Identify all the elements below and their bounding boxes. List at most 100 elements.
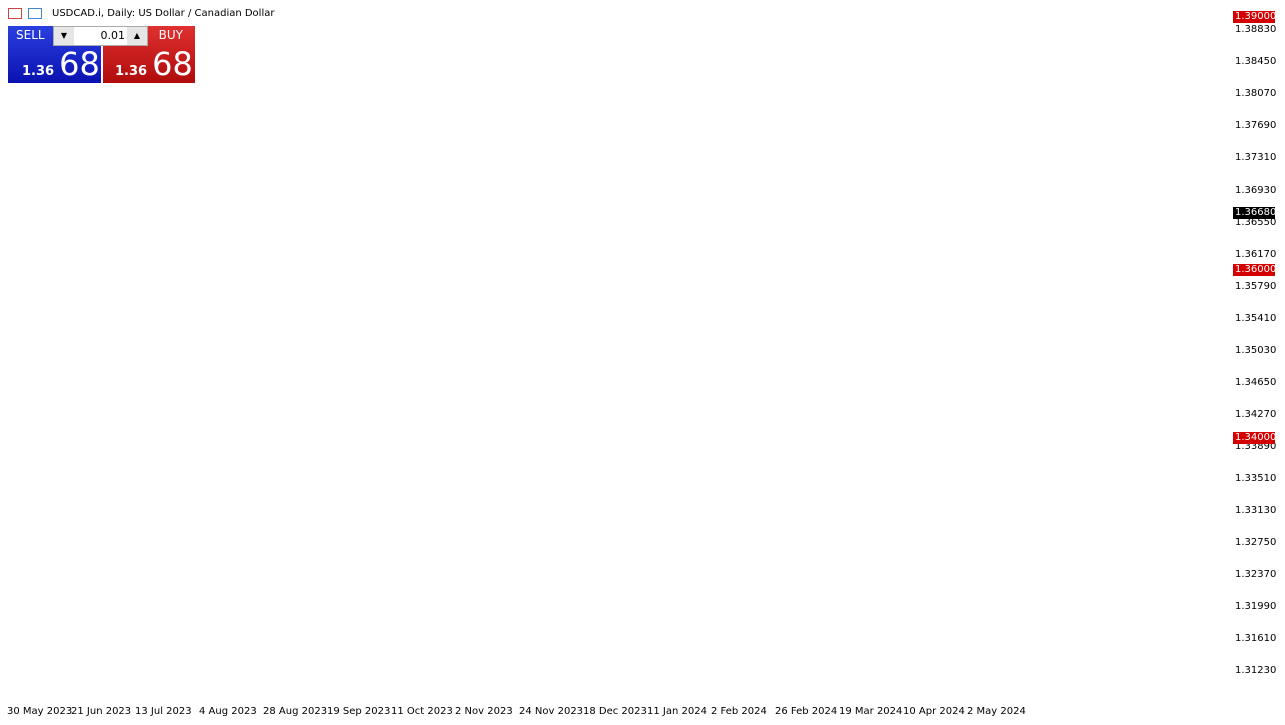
candle — [243, 259, 246, 304]
candle — [723, 326, 726, 361]
candle — [47, 441, 50, 490]
candle — [147, 601, 150, 628]
candle — [727, 333, 730, 358]
candle-body-bull — [427, 105, 430, 132]
candle — [483, 62, 486, 110]
candle-body-bear — [135, 614, 138, 662]
candle-body-bear — [391, 223, 394, 257]
candle-body-bull — [815, 357, 818, 371]
candle-body-bear — [575, 244, 578, 328]
level-price-label: 1.34000 — [1233, 432, 1275, 444]
list-icon[interactable] — [8, 8, 22, 19]
candle-body-bull — [347, 356, 350, 361]
candle — [191, 463, 194, 519]
candle-body-bull — [535, 252, 538, 260]
candle — [479, 66, 482, 90]
candle — [95, 537, 98, 577]
candle — [687, 360, 690, 400]
candle — [963, 110, 966, 161]
candle — [563, 220, 566, 232]
candle-body-bear — [839, 273, 842, 278]
candle-body-bear — [147, 608, 150, 618]
candle-body-bull — [463, 132, 466, 169]
candle-body-bear — [387, 199, 390, 223]
candle — [315, 287, 318, 321]
chart-object-icon[interactable] — [28, 8, 42, 19]
candle — [203, 424, 206, 467]
candle-body-bull — [743, 331, 746, 355]
candle-body-bull — [283, 244, 286, 271]
candle — [531, 249, 534, 269]
candle-body-bear — [971, 177, 974, 195]
price-chart[interactable] — [0, 0, 1285, 725]
candle — [927, 86, 930, 111]
candle-body-bull — [171, 588, 174, 617]
candle-body-bull — [75, 613, 78, 616]
volume-input[interactable]: 0.01 — [76, 29, 125, 42]
candle-body-bull — [975, 173, 978, 199]
candle — [871, 285, 874, 345]
candle-body-bear — [499, 157, 502, 158]
candle-body-bear — [943, 181, 946, 182]
candle — [443, 6, 446, 52]
candle — [803, 331, 806, 387]
candle — [195, 452, 198, 485]
candle-body-bear — [379, 198, 382, 207]
candle — [607, 572, 610, 596]
candle-body-bear — [303, 204, 306, 235]
candle — [347, 334, 350, 373]
candle — [19, 349, 22, 407]
candle-body-bull — [415, 165, 418, 166]
candle-body-bear — [11, 266, 14, 297]
candle-body-bull — [431, 94, 434, 105]
candle — [987, 163, 990, 209]
candle-body-bull — [899, 252, 902, 284]
candle — [355, 302, 358, 362]
candle — [295, 186, 298, 223]
candle-body-bear — [935, 117, 938, 148]
volume-decrease-icon[interactable]: ▼ — [54, 27, 74, 45]
candle-body-bull — [679, 377, 682, 380]
candle-body-bear — [227, 314, 230, 317]
candle-body-bull — [259, 275, 262, 278]
candle — [175, 565, 178, 598]
candle-body-bear — [371, 167, 374, 183]
candle-body-bear — [787, 266, 790, 271]
candle-body-bear — [159, 623, 162, 627]
x-tick-label: 13 Jul 2023 — [135, 706, 192, 717]
candle — [159, 618, 162, 649]
candle — [903, 168, 906, 272]
candle-body-bear — [723, 338, 726, 352]
sell-price: 1.36 68 0 — [22, 48, 113, 80]
candle — [239, 274, 242, 302]
candle — [655, 365, 658, 424]
candle — [695, 366, 698, 412]
candle — [451, 15, 454, 100]
candle — [763, 340, 766, 364]
candle — [599, 507, 602, 557]
y-tick-label: 1.31230 — [1235, 665, 1276, 676]
candle-body-bear — [759, 320, 762, 344]
candle-body-bear — [127, 498, 130, 558]
candle-body-bear — [703, 413, 706, 423]
candle — [911, 86, 914, 142]
candle — [799, 310, 802, 353]
candle-body-bull — [551, 231, 554, 269]
x-tick-label: 2 Nov 2023 — [455, 706, 513, 717]
candle-body-bear — [583, 453, 586, 462]
candle — [87, 593, 90, 644]
candle — [303, 192, 306, 247]
candle-body-bull — [819, 330, 822, 357]
volume-stepper[interactable]: ▼ 0.01 ▲ — [53, 26, 148, 46]
candle — [931, 75, 934, 134]
candle-body-bull — [263, 250, 266, 276]
candle — [635, 434, 638, 472]
candle — [371, 163, 374, 189]
candle — [839, 253, 842, 286]
candle-body-bull — [635, 453, 638, 469]
candle-body-bull — [407, 179, 410, 190]
candle-body-bull — [179, 577, 182, 585]
candle — [327, 308, 330, 365]
volume-increase-icon[interactable]: ▲ — [127, 27, 147, 45]
candle — [511, 145, 514, 183]
